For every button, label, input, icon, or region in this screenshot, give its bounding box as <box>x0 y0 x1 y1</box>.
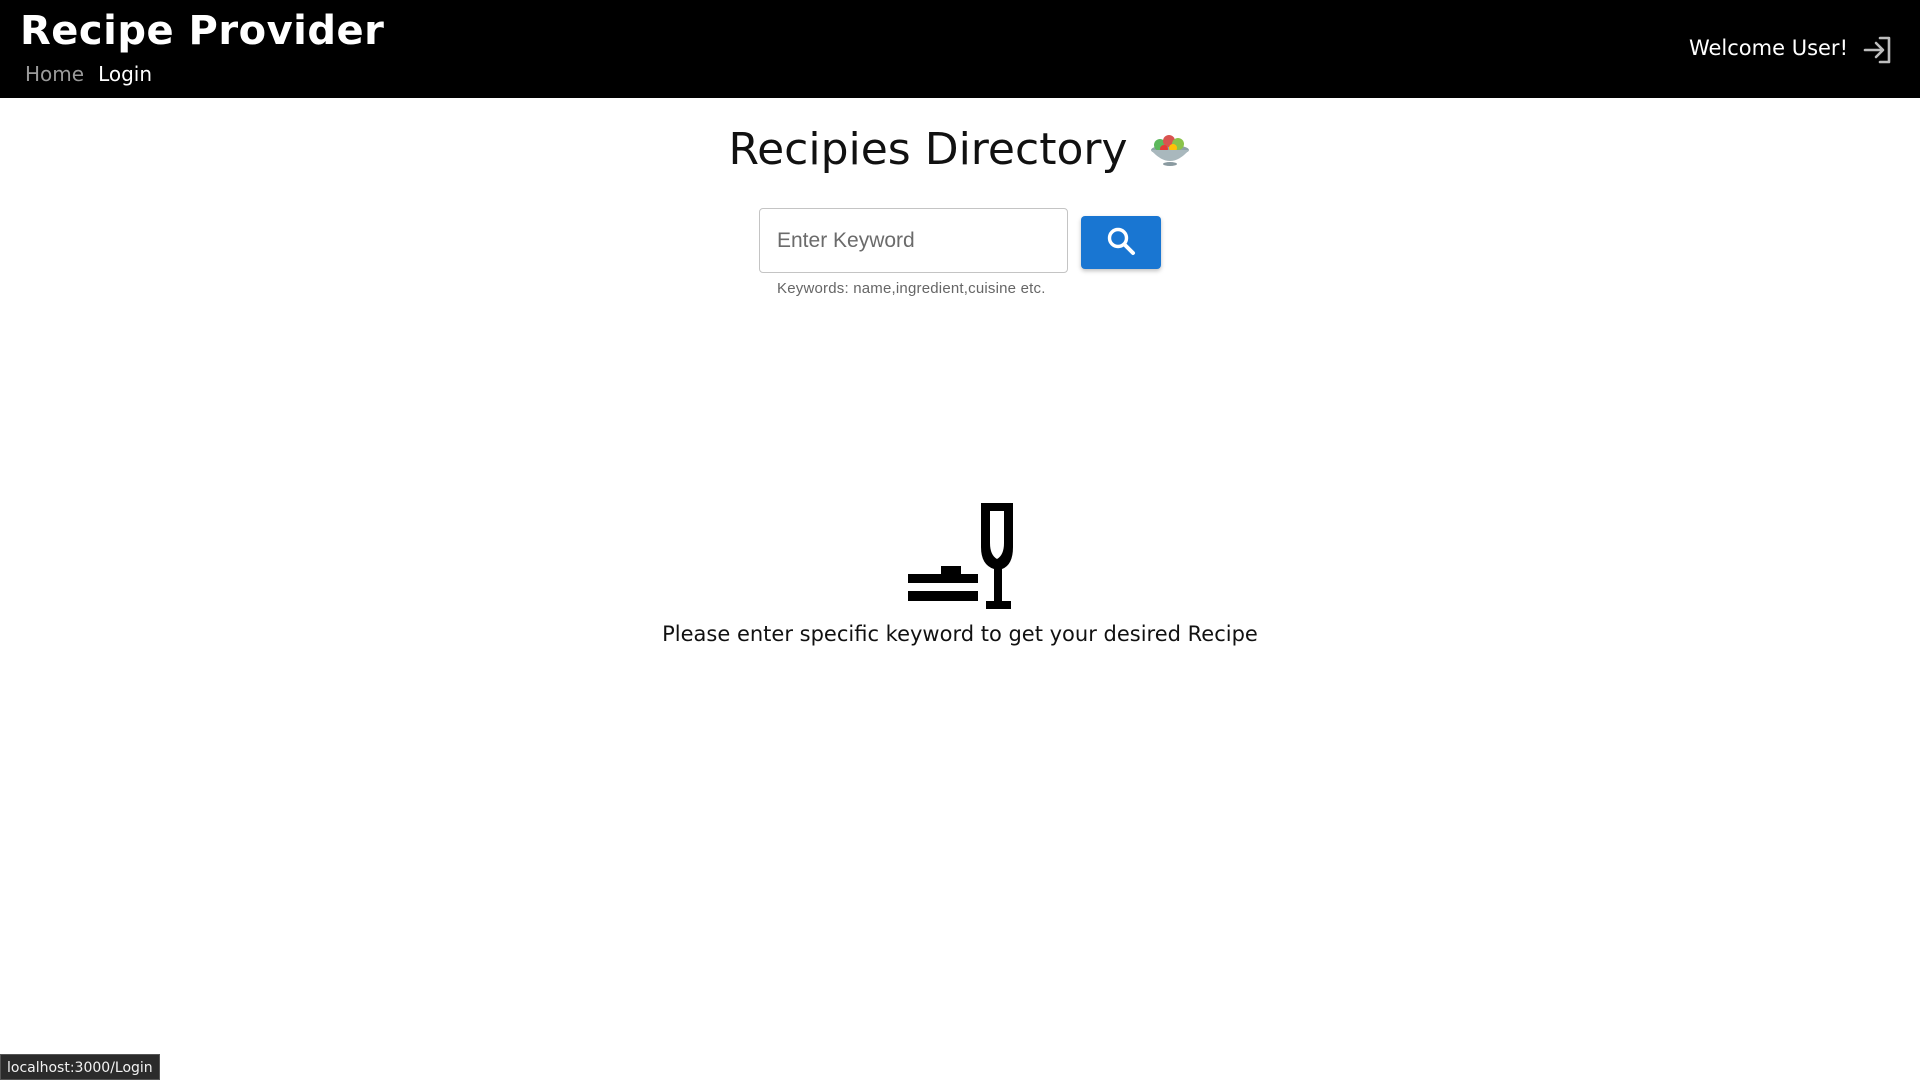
search-button[interactable] <box>1081 216 1161 269</box>
search-input[interactable] <box>759 208 1068 273</box>
page-title-row: Recipies Directory <box>0 124 1920 175</box>
brand-title[interactable]: Recipe Provider <box>20 8 384 54</box>
nav-links: Home Login <box>25 62 152 86</box>
salad-bowl-icon <box>1148 128 1192 172</box>
login-arrow-icon[interactable] <box>1860 32 1896 68</box>
nav-link-login[interactable]: Login <box>98 62 152 86</box>
nav-link-home[interactable]: Home <box>25 62 84 86</box>
search-icon <box>1106 226 1136 259</box>
dining-icon <box>906 503 1016 611</box>
status-bar-url: localhost:3000/Login <box>0 1054 160 1080</box>
search-helper-text: Keywords: name,ingredient,cuisine etc. <box>777 280 1046 297</box>
page-title: Recipies Directory <box>728 124 1128 175</box>
welcome-text: Welcome User! <box>1688 36 1848 60</box>
navbar: Recipe Provider Home Login Welcome User! <box>0 0 1920 98</box>
empty-state-message: Please enter specific keyword to get you… <box>662 622 1258 646</box>
